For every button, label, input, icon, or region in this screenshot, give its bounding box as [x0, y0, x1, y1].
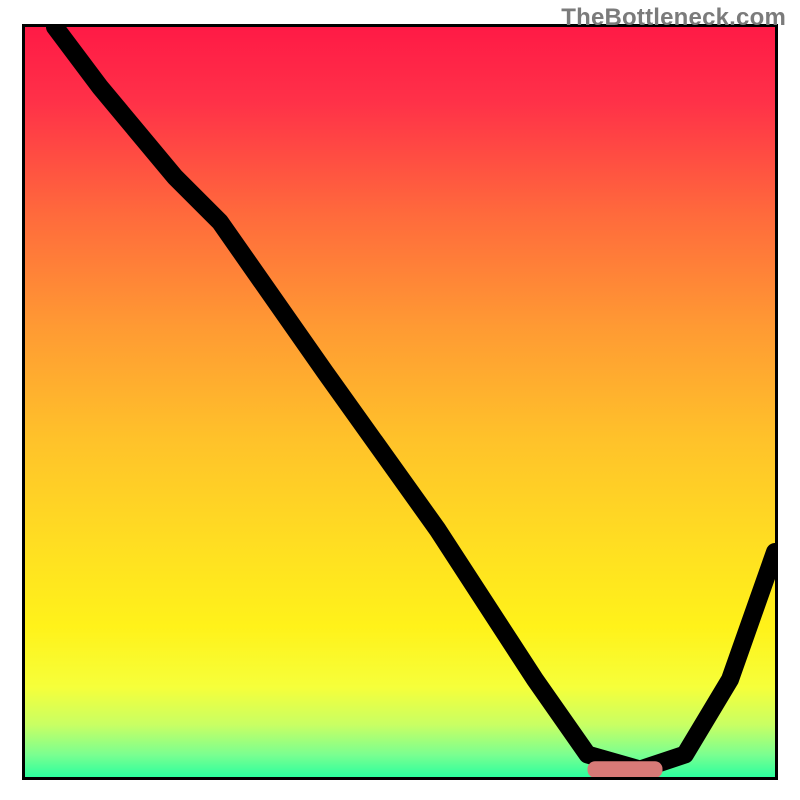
optimal-marker: [588, 761, 663, 777]
watermark-text: TheBottleneck.com: [561, 4, 786, 32]
chart-frame: TheBottleneck.com: [0, 0, 800, 800]
plot-area: [22, 24, 778, 780]
plot-svg: [25, 27, 775, 777]
